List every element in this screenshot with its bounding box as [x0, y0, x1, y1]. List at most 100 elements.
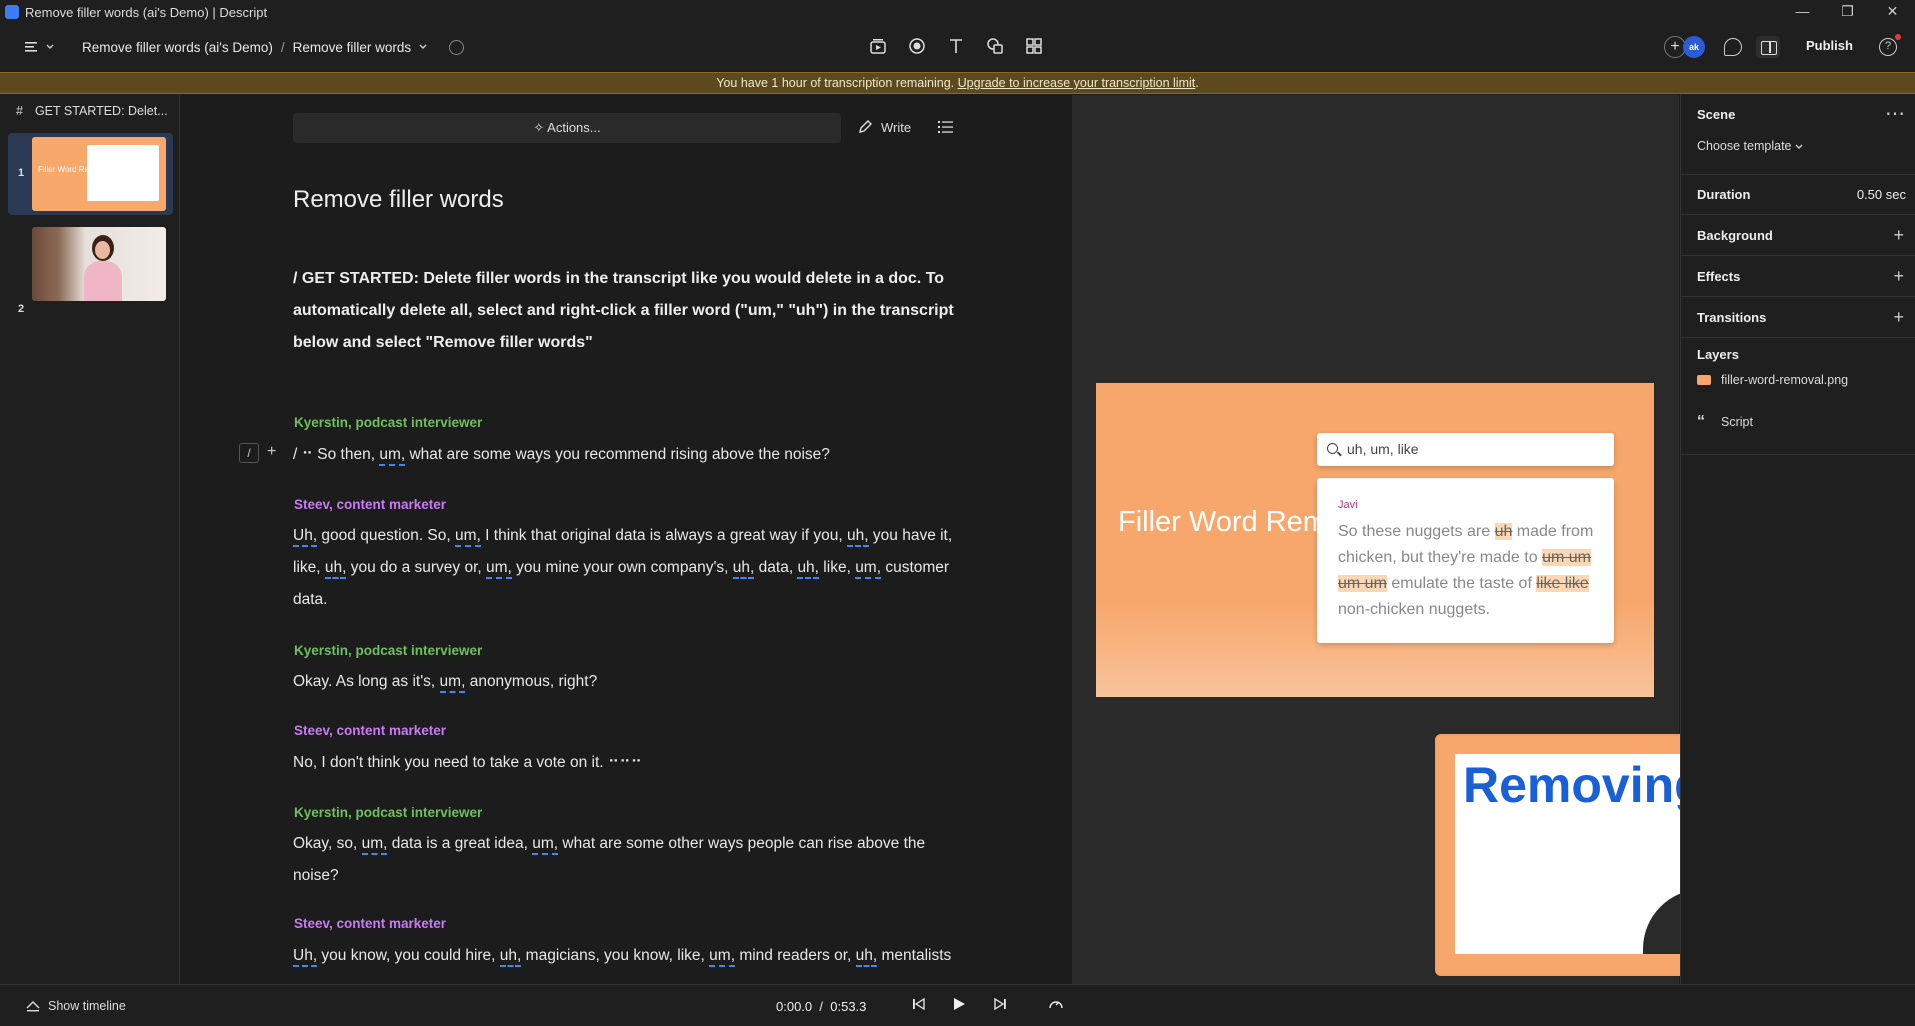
- main-menu-button[interactable]: [24, 40, 54, 54]
- write-label: Write: [881, 119, 912, 135]
- add-effect-icon[interactable]: +: [1893, 266, 1904, 287]
- transcript-paragraph[interactable]: Uh, you know, you could hire, uh, magici…: [293, 940, 973, 972]
- transcription-limit-banner: You have 1 hour of transcription remaini…: [0, 72, 1915, 94]
- breadcrumb: Remove filler words (ai's Demo) / Remove…: [82, 39, 465, 55]
- filler-word[interactable]: um,: [439, 673, 466, 693]
- breadcrumb-composition[interactable]: Remove filler words: [293, 40, 412, 55]
- app-topbar: Remove filler words (ai's Demo) / Remove…: [0, 24, 1915, 70]
- transcript-paragraph[interactable]: No, I don't think you need to take a vot…: [293, 747, 973, 779]
- background-row[interactable]: Background +: [1681, 216, 1915, 256]
- time-separator: /: [819, 999, 824, 1014]
- breadcrumb-project[interactable]: Remove filler words (ai's Demo): [82, 40, 273, 55]
- media-library-icon[interactable]: [868, 36, 888, 56]
- canvas-search-text: uh, um, like: [1347, 441, 1419, 457]
- notification-dot: [1895, 34, 1901, 40]
- current-time: 0:00.0: [776, 999, 813, 1014]
- toggle-panel-icon[interactable]: [1756, 36, 1780, 58]
- show-timeline-button[interactable]: Show timeline: [26, 999, 126, 1013]
- chevron-down-icon: [1795, 144, 1803, 149]
- playback-speed-icon[interactable]: [1048, 997, 1064, 1014]
- filler-word[interactable]: uh,: [797, 559, 819, 579]
- filler-word[interactable]: um,: [379, 446, 406, 466]
- layer-item[interactable]: filler-word-removal.png: [1697, 373, 1848, 387]
- filler-word[interactable]: uh,: [324, 559, 347, 579]
- transcript-paragraph[interactable]: Okay, so, um, data is a great idea, um, …: [293, 828, 973, 892]
- write-button[interactable]: Write: [857, 119, 911, 135]
- scene-thumbnail-image: [32, 227, 166, 301]
- minimize-button[interactable]: —: [1780, 0, 1825, 24]
- maximize-button[interactable]: ❐: [1825, 0, 1870, 24]
- publish-button[interactable]: Publish: [1806, 38, 1853, 53]
- skip-forward-icon[interactable]: [993, 997, 1007, 1014]
- speaker-label[interactable]: Kyerstin, podcast interviewer: [294, 643, 482, 658]
- add-transition-icon[interactable]: +: [1893, 307, 1904, 328]
- elements-grid-icon[interactable]: [1024, 36, 1044, 56]
- card-text: So these nuggets are uh made from chicke…: [1338, 523, 1594, 618]
- duration-row[interactable]: Duration 0.50 sec: [1681, 175, 1915, 215]
- text-tool-icon[interactable]: [946, 36, 966, 56]
- comments-icon[interactable]: [1724, 38, 1742, 56]
- filler-word[interactable]: Uh,: [293, 947, 318, 967]
- skip-back-icon[interactable]: [912, 997, 926, 1014]
- layer-name: Script: [1721, 415, 1753, 429]
- effects-label: Effects: [1697, 269, 1741, 284]
- close-button[interactable]: ✕: [1870, 0, 1915, 24]
- filler-word[interactable]: um,: [709, 947, 736, 967]
- effects-row[interactable]: Effects +: [1681, 257, 1915, 297]
- upgrade-link[interactable]: Upgrade to increase your transcription l…: [958, 76, 1196, 90]
- filler-word[interactable]: um,: [855, 559, 882, 579]
- filler-word[interactable]: uh,: [499, 947, 522, 967]
- shapes-icon[interactable]: [985, 36, 1005, 56]
- filler-word[interactable]: um,: [361, 835, 388, 855]
- filler-word[interactable]: uh,: [855, 947, 878, 967]
- show-timeline-label: Show timeline: [48, 999, 126, 1013]
- filler-word[interactable]: uh,: [847, 527, 869, 547]
- scene-canvas[interactable]: Filler Word Removal uh, um, like Javi So…: [1096, 383, 1654, 697]
- transcript-paragraph[interactable]: Okay. As long as it's, um, anonymous, ri…: [293, 666, 973, 698]
- window-title: Remove filler words (ai's Demo) | Descri…: [25, 4, 268, 20]
- document-title[interactable]: Remove filler words: [293, 186, 504, 214]
- filler-word[interactable]: um,: [486, 559, 512, 579]
- transitions-row[interactable]: Transitions +: [1681, 298, 1915, 338]
- actions-button[interactable]: ✧ Actions...: [293, 113, 841, 143]
- help-icon[interactable]: ?: [1879, 38, 1897, 56]
- script-editor: ✧ Actions... Write Remove filler words /…: [181, 95, 1071, 984]
- toolbar: [868, 36, 1044, 56]
- more-options-icon[interactable]: ⋯: [1885, 101, 1906, 126]
- card-speaker: Javi: [1338, 499, 1358, 511]
- speaker-label[interactable]: Steev, content marketer: [294, 497, 446, 512]
- total-time: 0:53.3: [830, 999, 867, 1014]
- slash-command-button[interactable]: /: [239, 443, 259, 463]
- hash-icon: #: [16, 104, 23, 118]
- timeline-icon: [26, 1001, 40, 1012]
- speaker-label[interactable]: Kyerstin, podcast interviewer: [294, 415, 482, 430]
- filler-word[interactable]: uh,: [732, 559, 755, 579]
- duration-value[interactable]: 0.50 sec: [1857, 187, 1906, 202]
- canvas-search-box: uh, um, like: [1317, 433, 1614, 466]
- transcript-paragraph[interactable]: Uh, good question. So, um, I think that …: [293, 520, 973, 616]
- filler-word[interactable]: Uh,: [293, 527, 318, 547]
- scene-thumbnail-2-image[interactable]: [8, 223, 173, 305]
- add-background-icon[interactable]: +: [1893, 225, 1904, 246]
- layer-name: filler-word-removal.png: [1721, 373, 1849, 387]
- choose-template-dropdown[interactable]: Choose template: [1697, 139, 1803, 153]
- scene-number: 1: [18, 167, 25, 179]
- outline-list-icon[interactable]: [938, 120, 954, 134]
- add-block-icon[interactable]: +: [267, 443, 276, 461]
- play-icon[interactable]: [952, 997, 966, 1014]
- intro-paragraph[interactable]: / GET STARTED: Delete filler words in th…: [293, 263, 963, 359]
- chevron-down-icon[interactable]: [419, 44, 427, 50]
- scene-section: Scene ⋯ Choose template: [1681, 95, 1915, 175]
- speaker-label[interactable]: Steev, content marketer: [294, 723, 446, 738]
- filler-word[interactable]: um,: [532, 835, 559, 855]
- window-titlebar: Remove filler words (ai's Demo) | Descri…: [0, 0, 1915, 24]
- record-icon[interactable]: [907, 36, 927, 56]
- speaker-label[interactable]: Kyerstin, podcast interviewer: [294, 805, 482, 820]
- scene-group-title[interactable]: GET STARTED: Delet...: [35, 104, 168, 118]
- layer-item[interactable]: “ Script: [1697, 413, 1753, 431]
- speaker-label[interactable]: Steev, content marketer: [294, 916, 446, 931]
- filler-word[interactable]: um,: [455, 527, 481, 547]
- timecode: 0:00.0 / 0:53.3: [776, 999, 866, 1014]
- user-avatar[interactable]: ak: [1683, 36, 1705, 58]
- transcript-paragraph[interactable]: / ⠒ So then, um, what are some ways you …: [293, 439, 973, 471]
